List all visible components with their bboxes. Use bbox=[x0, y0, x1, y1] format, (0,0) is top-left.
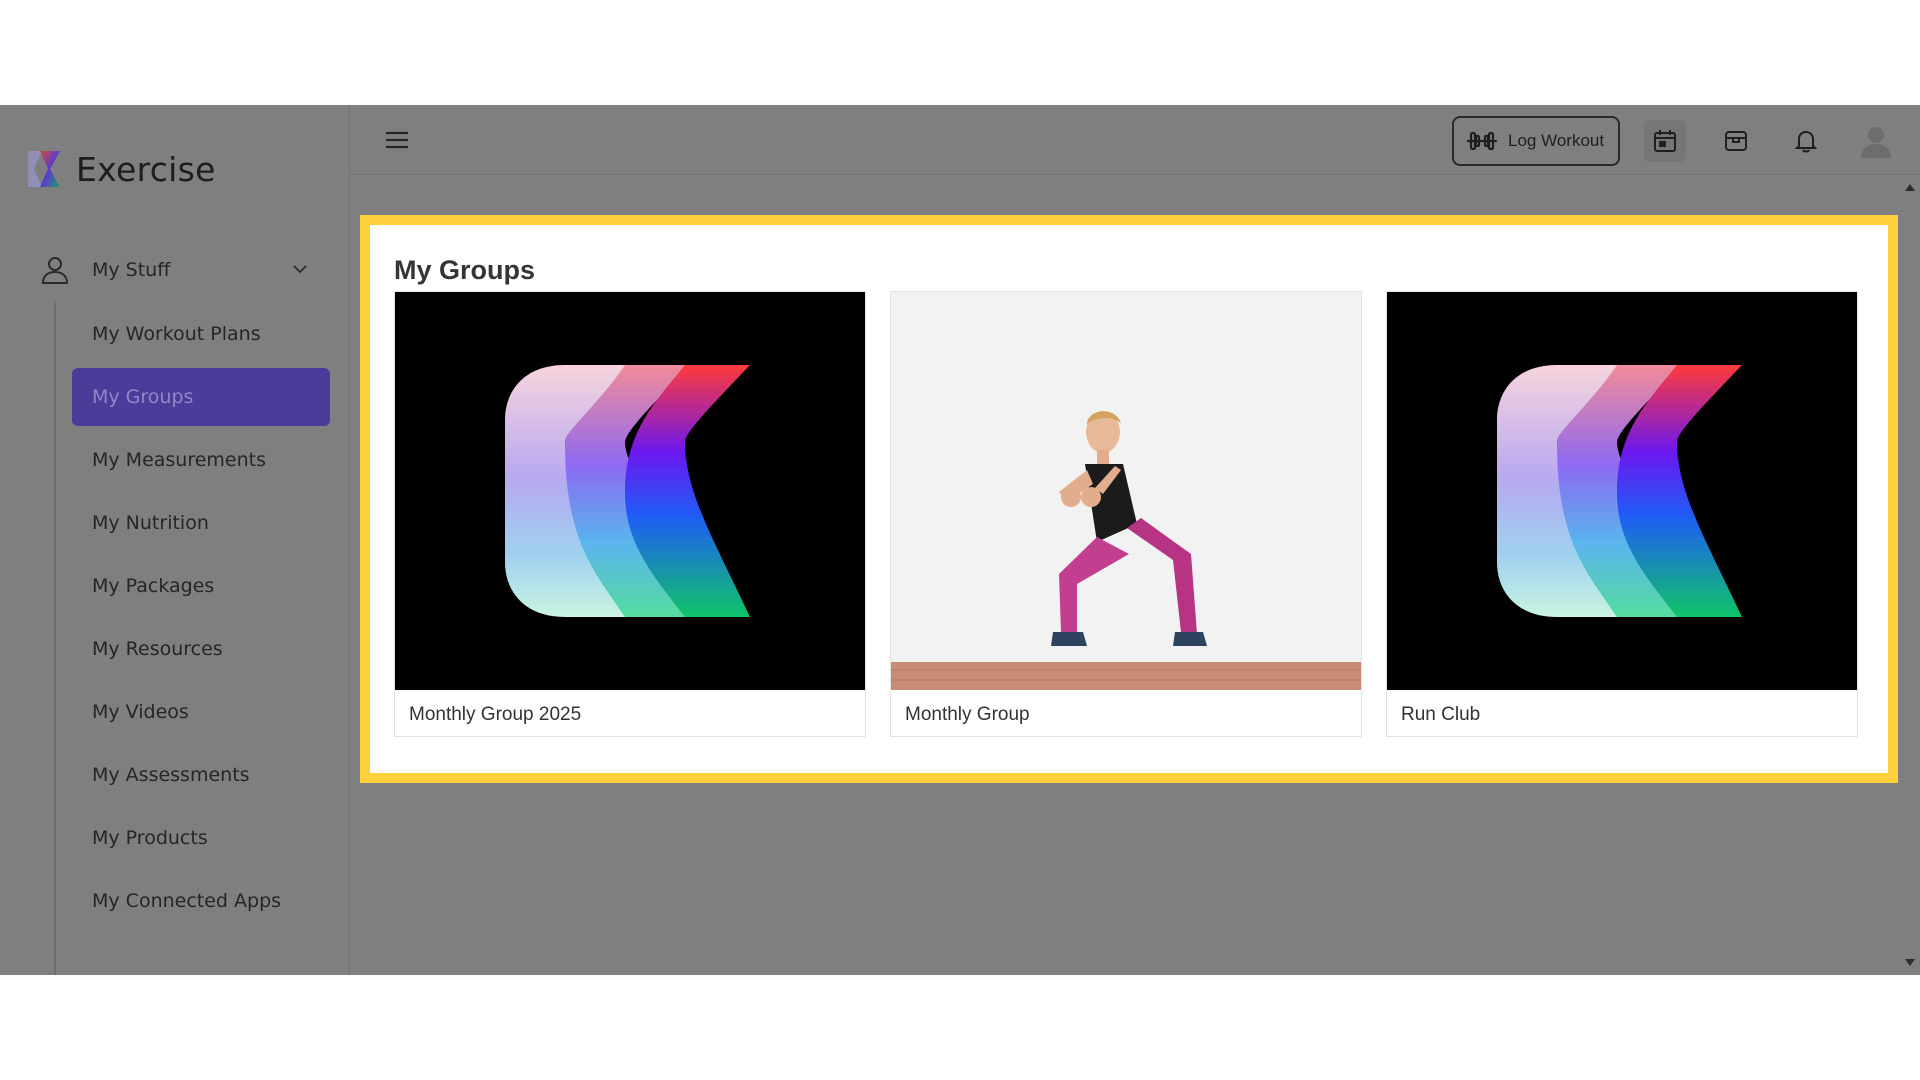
group-title: Monthly Group bbox=[905, 704, 1030, 725]
bell-icon bbox=[1794, 130, 1818, 153]
group-card[interactable]: Monthly Group bbox=[890, 291, 1362, 737]
package-icon bbox=[1725, 131, 1747, 151]
sidebar-item-label: My Groups bbox=[92, 386, 194, 408]
person-icon bbox=[41, 257, 69, 284]
sidebar-item-videos[interactable]: My Videos bbox=[72, 683, 330, 741]
chevron-down-icon[interactable] bbox=[290, 259, 310, 279]
menu-icon[interactable] bbox=[382, 125, 412, 155]
sidebar-item-label: My Packages bbox=[92, 575, 215, 597]
sidebar-item-label: My Resources bbox=[92, 638, 223, 660]
user-avatar[interactable] bbox=[1855, 120, 1897, 162]
dumbbell-icon bbox=[1466, 131, 1498, 151]
sidebar-item-measurements[interactable]: My Measurements bbox=[72, 431, 330, 489]
group-title: Run Club bbox=[1401, 704, 1481, 725]
sidebar-item-label: My Assessments bbox=[92, 764, 250, 786]
groups-panel: My Groups Monthly Group 2025 Monthly Gro… bbox=[360, 215, 1898, 783]
packages-button[interactable] bbox=[1715, 120, 1757, 162]
group-card[interactable]: Run Club bbox=[1386, 291, 1858, 737]
group-title: Monthly Group 2025 bbox=[409, 704, 582, 725]
avatar-icon bbox=[1861, 127, 1891, 158]
log-workout-label: Log Workout bbox=[1508, 131, 1605, 150]
exercise-logo-image bbox=[1387, 292, 1857, 690]
group-thumbnail bbox=[395, 292, 865, 690]
group-thumbnail bbox=[1387, 292, 1857, 690]
app-shell: Exercise My Stuff My Workout Plans My Gr… bbox=[0, 105, 1920, 975]
nav-list: My Workout Plans My Groups My Measuremen… bbox=[72, 305, 330, 935]
sidebar-item-groups[interactable]: My Groups bbox=[72, 368, 330, 426]
exercise-logo-icon bbox=[28, 151, 60, 187]
sidebar-item-label: My Connected Apps bbox=[92, 890, 282, 912]
woman-squat-photo bbox=[891, 292, 1361, 690]
sidebar-item-resources[interactable]: My Resources bbox=[72, 620, 330, 678]
sidebar-item-products[interactable]: My Products bbox=[72, 809, 330, 867]
sidebar-item-label: My Workout Plans bbox=[92, 323, 261, 345]
group-thumbnail bbox=[891, 292, 1361, 690]
sidebar-item-label: My Measurements bbox=[92, 449, 267, 471]
calendar-icon bbox=[1654, 130, 1676, 152]
sidebar-item-connected-apps[interactable]: My Connected Apps bbox=[72, 872, 330, 930]
sidebar: Exercise My Stuff My Workout Plans My Gr… bbox=[0, 105, 350, 975]
group-card[interactable]: Monthly Group 2025 bbox=[394, 291, 866, 737]
app-name: Exercise bbox=[76, 149, 216, 189]
sidebar-item-workout-plans[interactable]: My Workout Plans bbox=[72, 305, 330, 363]
scroll-up-arrow-icon[interactable] bbox=[1904, 181, 1916, 193]
page-title: My Groups bbox=[394, 255, 536, 285]
sidebar-item-label: My Nutrition bbox=[92, 512, 209, 534]
sidebar-item-label: My Videos bbox=[92, 701, 189, 723]
sidebar-item-nutrition[interactable]: My Nutrition bbox=[72, 494, 330, 552]
app-logo[interactable]: Exercise bbox=[24, 145, 216, 193]
notifications-button[interactable] bbox=[1785, 120, 1827, 162]
sidebar-item-packages[interactable]: My Packages bbox=[72, 557, 330, 615]
nav-rail bbox=[54, 301, 56, 975]
top-bar: Log Workout bbox=[350, 105, 1920, 175]
log-workout-button[interactable]: Log Workout bbox=[1452, 116, 1620, 166]
calendar-button[interactable] bbox=[1644, 120, 1686, 162]
nav-section-my-stuff[interactable]: My Stuff bbox=[40, 245, 310, 295]
scroll-down-arrow-icon[interactable] bbox=[1904, 957, 1916, 969]
nav-section-label: My Stuff bbox=[92, 259, 171, 281]
sidebar-item-label: My Products bbox=[92, 827, 208, 849]
sidebar-item-assessments[interactable]: My Assessments bbox=[72, 746, 330, 804]
exercise-logo-image bbox=[395, 292, 865, 690]
